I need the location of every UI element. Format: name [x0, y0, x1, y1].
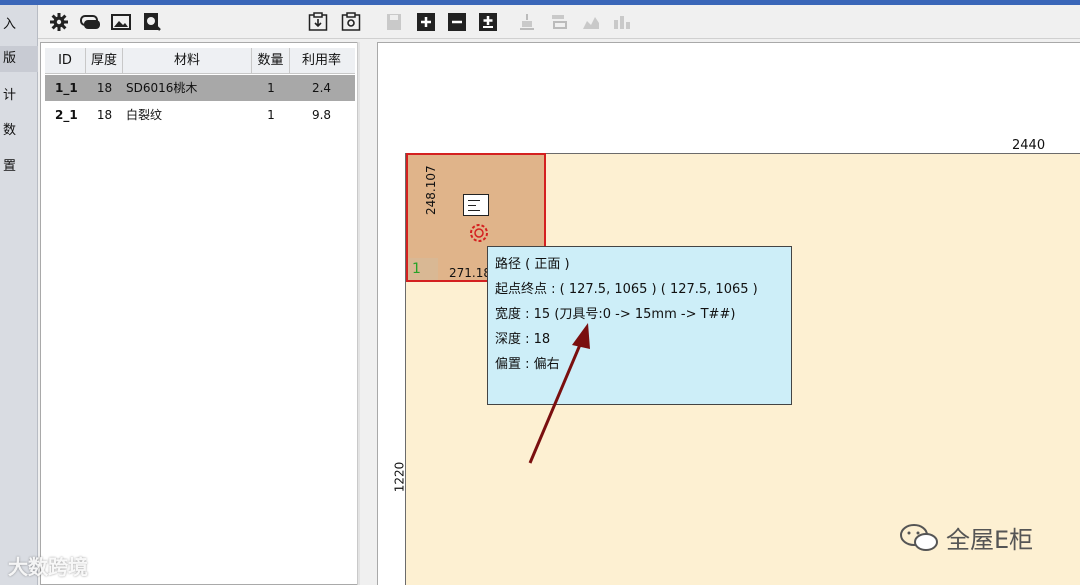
board-width-dimension: 2440 [1012, 138, 1046, 153]
nav-item-label: 置 [2, 159, 16, 174]
nav-item-import[interactable]: 入 [0, 12, 38, 38]
wechat-icon [900, 523, 938, 551]
left-nav: 入 版 计 数 置 [0, 5, 38, 585]
nav-item-layout[interactable]: 版 [0, 46, 38, 72]
export-board-icon[interactable] [341, 12, 361, 32]
cell-id: 1_1 [55, 81, 78, 95]
tooltip-start-end: 起点终点 : ( 127.5, 1065 ) ( 127.5, 1065 ) [495, 282, 758, 297]
table-row[interactable]: 1_1 18 SD6016桃木 1 2.4 [45, 75, 355, 101]
board-height-dimension: 1220 [392, 461, 407, 493]
table-row[interactable]: 2_1 18 白裂纹 1 9.8 [45, 102, 355, 128]
labels-icon[interactable] [80, 12, 100, 32]
cell-quantity: 1 [267, 81, 275, 95]
cell-usage: 2.4 [311, 81, 332, 95]
watermark-left: 大数跨境 [8, 555, 88, 579]
cell-usage: 9.8 [311, 108, 332, 122]
header-quantity[interactable]: 数量 [252, 48, 290, 73]
header-usage[interactable]: 利用率 [290, 48, 353, 73]
align-top-icon[interactable] [549, 12, 569, 32]
header-material[interactable]: 材料 [123, 48, 252, 73]
parts-panel: ID 厚度 材料 数量 利用率 1_1 18 SD6016桃木 1 2.4 2_… [40, 42, 360, 585]
part-number: 1 [408, 258, 438, 280]
gear-icon[interactable] [49, 12, 69, 32]
zoom-in-icon[interactable] [416, 12, 436, 32]
zoom-out-icon[interactable] [447, 12, 467, 32]
part-width-dimension: 248.107 [424, 165, 438, 215]
watermark-right: 全屋E柜 [898, 520, 1033, 555]
save-icon[interactable] [384, 12, 404, 32]
watermark-right-text: 全屋E柜 [946, 526, 1034, 554]
part-length-dimension: 271.18 [449, 266, 491, 280]
cell-thickness: 18 [96, 81, 113, 95]
cell-thickness: 18 [96, 108, 113, 122]
annotation-arrow [528, 323, 590, 464]
nav-item-label: 版 [2, 51, 16, 66]
cell-material: 白裂纹 [126, 108, 163, 122]
search-doc-icon[interactable] [142, 12, 162, 32]
nav-item-stats[interactable]: 计 [0, 83, 38, 109]
nav-item-params[interactable]: 数 [0, 118, 38, 144]
nav-item-label: 入 [2, 17, 16, 32]
nav-item-label: 计 [2, 88, 16, 103]
part-label-icon[interactable] [463, 194, 489, 216]
header-id[interactable]: ID [45, 48, 86, 73]
chart-bar-icon[interactable] [612, 12, 632, 32]
nav-item-settings[interactable]: 置 [0, 154, 38, 180]
cell-quantity: 1 [267, 108, 275, 122]
route-path-icon[interactable] [466, 222, 492, 244]
toolbar [38, 5, 1080, 39]
nav-item-label: 数 [2, 123, 16, 138]
parts-table-header: ID 厚度 材料 数量 利用率 [45, 48, 355, 74]
tooltip-path: 路径 ( 正面 ) [495, 257, 570, 272]
cell-id: 2_1 [55, 108, 78, 122]
chart-icon[interactable] [581, 12, 601, 32]
align-bottom-icon[interactable] [517, 12, 537, 32]
cell-material: SD6016桃木 [126, 81, 198, 95]
header-thickness[interactable]: 厚度 [86, 48, 123, 73]
panel-splitter[interactable] [357, 42, 360, 585]
fit-icon[interactable] [478, 12, 498, 32]
import-board-icon[interactable] [308, 12, 328, 32]
image-icon[interactable] [111, 12, 131, 32]
